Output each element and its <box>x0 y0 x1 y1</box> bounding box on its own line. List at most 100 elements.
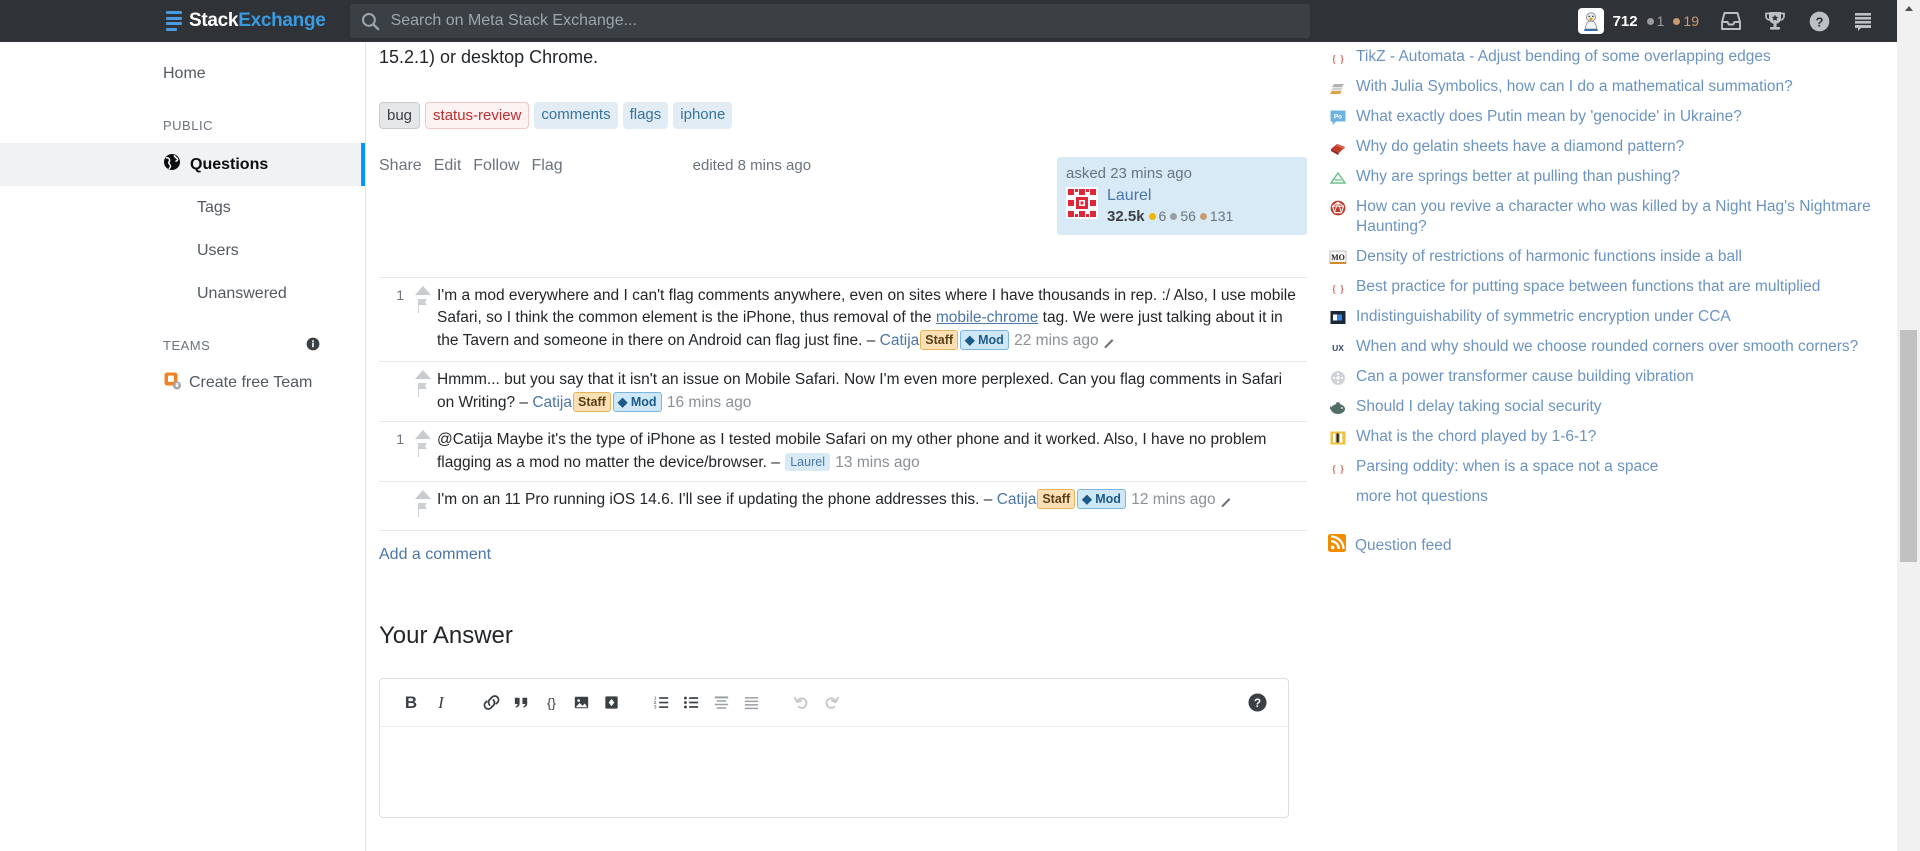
info-icon[interactable] <box>306 337 320 354</box>
undo-icon[interactable] <box>786 688 816 718</box>
comment-flag-icon[interactable] <box>416 298 430 319</box>
site-switcher-icon[interactable] <box>1841 0 1885 42</box>
link-icon[interactable] <box>476 688 506 718</box>
hot-question-title[interactable]: What is the chord played by 1-6-1? <box>1356 427 1596 448</box>
hot-question-title[interactable]: Why do gelatin sheets have a diamond pat… <box>1356 137 1684 158</box>
follow-button[interactable]: Follow <box>473 157 519 175</box>
hot-question-title[interactable]: Density of restrictions of harmonic func… <box>1356 247 1742 268</box>
code-block-icon[interactable] <box>596 688 626 718</box>
hot-question-title[interactable]: Parsing oddity: when is a space not a sp… <box>1356 457 1658 478</box>
tag-iphone[interactable]: iphone <box>673 102 733 130</box>
comment-flag-icon[interactable] <box>416 442 430 463</box>
inbox-icon[interactable] <box>1709 0 1753 42</box>
comment-inline-link[interactable]: mobile-chrome <box>936 309 1039 326</box>
hot-question-item[interactable]: UX When and why should we choose rounded … <box>1328 332 1874 362</box>
hot-question-title[interactable]: Indistinguishability of symmetric encryp… <box>1356 307 1731 328</box>
tag-comments[interactable]: comments <box>534 102 618 130</box>
hot-question-item[interactable]: Why do gelatin sheets have a diamond pat… <box>1328 132 1874 162</box>
tag-bug[interactable]: bug <box>379 102 421 130</box>
hot-question-title[interactable]: How can you revive a character who was k… <box>1356 197 1874 238</box>
question-feed-label[interactable]: Question feed <box>1355 537 1452 555</box>
hot-question-item[interactable]: Indistinguishability of symmetric encryp… <box>1328 302 1874 332</box>
sidebar-item-create-free-team[interactable]: Create free Team <box>0 363 365 403</box>
comment-author-link[interactable]: Catija <box>532 394 572 411</box>
hot-question-item[interactable]: { } Best practice for putting space betwe… <box>1328 272 1874 302</box>
comment-author-link[interactable]: Laurel <box>785 452 830 471</box>
sidebar-item-home[interactable]: Home <box>0 52 365 95</box>
tex-site-icon: { } <box>1328 49 1347 68</box>
hot-question-title[interactable]: Should I delay taking social security <box>1356 397 1602 418</box>
comment-timestamp[interactable]: 13 mins ago <box>831 454 919 471</box>
comment-author-link[interactable]: Catija <box>997 491 1037 508</box>
add-comment-link[interactable]: Add a comment <box>379 530 1307 564</box>
question-feed[interactable]: Question feed <box>1328 534 1874 557</box>
flag-button[interactable]: Flag <box>532 157 563 175</box>
tag-flags[interactable]: flags <box>622 102 669 130</box>
hot-question-item[interactable]: Why are springs better at pulling than p… <box>1328 162 1874 192</box>
hot-question-item[interactable]: Can a power transformer cause building v… <box>1328 362 1874 392</box>
hot-question-item[interactable]: { } TikZ - Automata - Adjust bending of s… <box>1328 42 1874 72</box>
comment-flag-icon[interactable] <box>416 502 430 523</box>
hot-question-item[interactable]: { } Parsing oddity: when is a space not a… <box>1328 452 1874 482</box>
search-box[interactable] <box>349 4 1310 38</box>
comment-edit-pencil-icon[interactable] <box>1220 491 1233 513</box>
stackexchange-logo[interactable]: StackExchange <box>160 0 332 42</box>
answer-textarea[interactable] <box>380 727 1288 817</box>
asked-user-name[interactable]: Laurel <box>1107 187 1151 204</box>
edited-timestamp[interactable]: edited 8 mins ago <box>693 157 811 174</box>
achievements-icon[interactable] <box>1753 0 1797 42</box>
comment-timestamp[interactable]: 16 mins ago <box>663 394 751 411</box>
hot-question-title[interactable]: When and why should we choose rounded co… <box>1356 337 1858 358</box>
editor-help-icon[interactable]: ? <box>1242 688 1272 718</box>
comment-author-link[interactable]: Catija <box>880 332 920 349</box>
comment-upvote-icon[interactable] <box>415 430 431 440</box>
sidebar-item-tags[interactable]: Tags <box>0 186 365 229</box>
hot-question-title[interactable]: Best practice for putting space between … <box>1356 277 1820 298</box>
bulleted-list-icon[interactable] <box>676 688 706 718</box>
comment-upvote-icon[interactable] <box>415 370 431 380</box>
vertical-scrollbar[interactable] <box>1897 0 1920 851</box>
hot-question-title[interactable]: With Julia Symbolics, how can I do a mat… <box>1356 77 1793 98</box>
more-hot-questions-link[interactable]: more hot questions <box>1328 482 1874 512</box>
sidebar-item-users[interactable]: Users <box>0 229 365 272</box>
user-profile-button[interactable]: 712 1 19 <box>1568 0 1709 42</box>
scrollbar-thumb[interactable] <box>1900 330 1917 562</box>
hot-question-item[interactable]: MO Density of restrictions of harmonic fu… <box>1328 242 1874 272</box>
comment-flag-icon[interactable] <box>416 382 430 403</box>
image-icon[interactable] <box>566 688 596 718</box>
edit-button[interactable]: Edit <box>434 157 462 175</box>
sidebar-item-unanswered[interactable]: Unanswered <box>0 272 365 315</box>
comment-timestamp[interactable]: 12 mins ago <box>1127 491 1220 508</box>
asked-user-avatar[interactable] <box>1066 187 1098 220</box>
hot-question-title[interactable]: TikZ - Automata - Adjust bending of some… <box>1356 47 1771 68</box>
hot-question-title[interactable]: Can a power transformer cause building v… <box>1356 367 1694 388</box>
blockquote-icon[interactable] <box>506 688 536 718</box>
svg-text:MO: MO <box>1331 253 1345 262</box>
hot-question-title[interactable]: What exactly does Putin mean by 'genocid… <box>1356 107 1742 128</box>
sidebar-item-questions[interactable]: Questions <box>0 143 365 186</box>
comment-row: 1 @Catija Maybe it's the type of iPhone a… <box>379 421 1307 481</box>
comment-upvote-icon[interactable] <box>415 285 431 295</box>
ordered-list-icon[interactable]: 123 <box>646 688 676 718</box>
hot-question-item[interactable]: With Julia Symbolics, how can I do a mat… <box>1328 72 1874 102</box>
search-input[interactable] <box>388 11 1299 31</box>
comment-edit-pencil-icon[interactable] <box>1103 332 1116 354</box>
hot-question-title[interactable]: Why are springs better at pulling than p… <box>1356 167 1680 188</box>
comment-upvote-icon[interactable] <box>415 490 431 500</box>
bold-icon[interactable]: B <box>396 688 426 718</box>
share-button[interactable]: Share <box>379 157 422 175</box>
help-icon[interactable]: ? <box>1797 0 1841 42</box>
hot-question-item[interactable]: What is the chord played by 1-6-1? <box>1328 422 1874 452</box>
inline-code-icon[interactable]: {} <box>536 688 566 718</box>
top-navigation-bar: StackExchange 712 <box>0 0 1897 42</box>
comment-timestamp[interactable]: 22 mins ago <box>1010 332 1103 349</box>
horizontal-rule-icon[interactable] <box>736 688 766 718</box>
heading-icon[interactable] <box>706 688 736 718</box>
scrollbar-up-arrow[interactable] <box>1897 0 1920 17</box>
hot-question-item[interactable]: How can you revive a character who was k… <box>1328 192 1874 242</box>
italic-icon[interactable]: I <box>426 688 456 718</box>
hot-question-item[interactable]: Should I delay taking social security <box>1328 392 1874 422</box>
tag-status-review[interactable]: status-review <box>425 102 530 130</box>
redo-icon[interactable] <box>816 688 846 718</box>
hot-question-item[interactable]: Po What exactly does Putin mean by 'genoc… <box>1328 102 1874 132</box>
